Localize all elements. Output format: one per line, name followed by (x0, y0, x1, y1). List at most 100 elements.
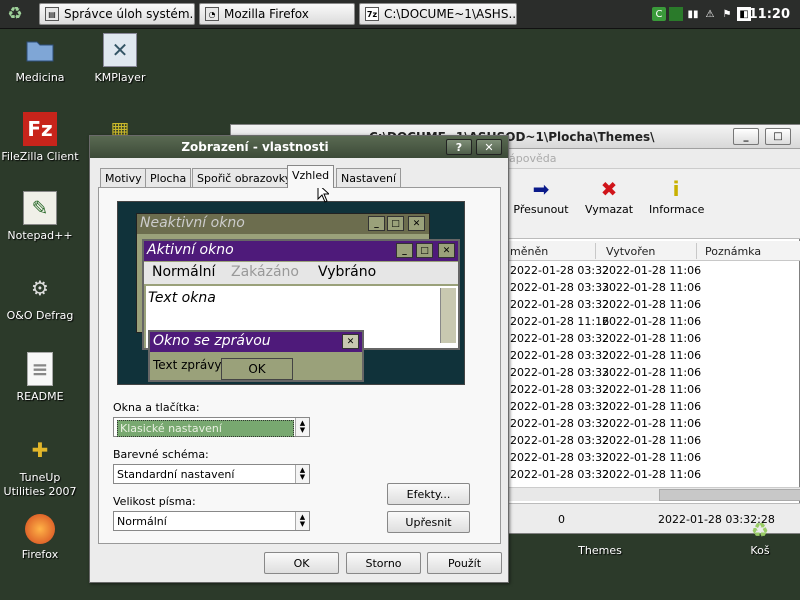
minimize-icon: _ (368, 216, 385, 231)
preview-window-text: Text okna (148, 290, 216, 306)
close-icon: ✕ (408, 216, 425, 231)
flag-icon[interactable]: ⚑ (720, 7, 734, 21)
arrow-right-icon: ➡ (532, 177, 550, 201)
preview-menubar: Normální Zakázáno Vybráno (144, 262, 458, 284)
cell-created: 2022-01-28 11:06 (602, 332, 702, 345)
notepad-icon: ✎ (23, 191, 57, 225)
spin-arrows-icon[interactable]: ▲ ▼ (295, 512, 309, 530)
desktop-icon-themes[interactable]: Themes (560, 520, 640, 558)
preview-menu-selected: Vybráno (318, 264, 377, 280)
move-button[interactable]: ➡ Přesunout (511, 175, 571, 216)
spin-arrows-icon[interactable]: ▲ ▼ (295, 465, 309, 483)
scrollbar-thumb[interactable] (659, 489, 800, 501)
desktop-icon-notepadpp[interactable]: ✎ Notepad++ (0, 191, 80, 243)
text-file-icon: ≡ (27, 352, 53, 386)
defrag-icon: ⚙ (31, 276, 49, 300)
cell-modified: 2022-01-28 03:32 (510, 349, 610, 362)
task-button-7zip[interactable]: 7z C:\DOCUME~1\ASHS... (359, 3, 517, 25)
desktop-icon-filezilla[interactable]: Fz FileZilla Client (0, 112, 80, 164)
preview-message-box: Okno se zprávou ✕ Text zprávy OK (148, 330, 364, 382)
maximize-icon: □ (387, 216, 404, 231)
cell-modified: 2022-01-28 03:32 (510, 451, 610, 464)
taskbar: ♻ ▤ Správce úloh systém... ◔ Mozilla Firef… (0, 0, 800, 29)
cell-modified: 2022-01-28 03:32 (510, 468, 610, 481)
cell-modified: 2022-01-28 03:33 (510, 366, 610, 379)
signal-icon[interactable]: ▮▮ (686, 7, 700, 21)
menu-help[interactable]: ápověda (509, 152, 556, 165)
minimize-button[interactable]: _ (733, 128, 759, 145)
delete-x-icon: ✖ (600, 177, 618, 201)
task-button-task-manager[interactable]: ▤ Správce úloh systém... (39, 3, 195, 25)
close-button[interactable]: ✕ (476, 139, 502, 155)
appearance-preview: Neaktivní okno _ □ ✕ Aktivní okno _ □ ✕ … (117, 201, 465, 385)
desktop-icon-medicina[interactable]: Medicina (0, 33, 80, 85)
column-modified[interactable]: měněn (510, 245, 548, 258)
tab-sporic[interactable]: Spořič obrazovky (192, 168, 297, 187)
recycle-bin-icon: ♻ (751, 518, 769, 542)
preview-menu-normal: Normální (152, 264, 216, 280)
apply-button[interactable]: Použít (427, 552, 502, 574)
column-created[interactable]: Vytvořen (606, 245, 655, 258)
cell-created: 2022-01-28 11:06 (602, 349, 702, 362)
cell-created: 2022-01-28 11:06 (602, 383, 702, 396)
horizontal-scrollbar[interactable] (501, 487, 800, 501)
firefox-icon (25, 514, 55, 544)
cell-modified: 2022-01-28 11:16 (510, 315, 610, 328)
desktop-icon-firefox[interactable]: Firefox (0, 514, 80, 562)
desktop-icon-tuneup[interactable]: ✚ TuneUp Utilities 2007 (0, 433, 80, 499)
filezilla-icon: Fz (23, 112, 57, 146)
dialog-titlebar[interactable]: Zobrazení - vlastnosti ? ✕ (90, 136, 508, 158)
help-button[interactable]: ? (446, 139, 472, 155)
desktop-icon-kmplayer[interactable]: ✕ KMPlayer (80, 33, 160, 85)
windows-buttons-select[interactable]: Klasické nastavení ▲ ▼ (113, 417, 310, 437)
preview-ok-button: OK (221, 358, 293, 380)
maximize-button[interactable]: □ (765, 128, 791, 145)
info-icon: i (672, 177, 680, 201)
network-icon[interactable] (669, 7, 683, 21)
font-size-select[interactable]: Normální ▲ ▼ (113, 511, 310, 531)
spin-arrows-icon[interactable]: ▲ ▼ (295, 418, 309, 436)
cell-created: 2022-01-28 11:06 (602, 434, 702, 447)
cancel-button[interactable]: Storno (346, 552, 421, 574)
cell-modified: 2022-01-28 03:32 (510, 332, 610, 345)
cell-modified: 2022-01-28 03:32 (510, 434, 610, 447)
column-separator[interactable] (696, 243, 697, 259)
cell-created: 2022-01-28 11:06 (602, 315, 702, 328)
cell-created: 2022-01-28 11:06 (602, 451, 702, 464)
color-scheme-select[interactable]: Standardní nastavení ▲ ▼ (113, 464, 310, 484)
tab-nastaveni[interactable]: Nastavení (336, 168, 402, 187)
recycle-leaf-icon: ♻ (7, 4, 23, 24)
green-c-icon[interactable]: C (652, 7, 666, 21)
clock[interactable]: 11:20 (749, 0, 790, 29)
cell-created: 2022-01-28 11:06 (602, 264, 702, 277)
tab-plocha[interactable]: Plocha (145, 168, 192, 187)
taskmanager-icon: ▤ (45, 7, 59, 21)
close-icon: ✕ (438, 243, 455, 258)
desktop-icon-recycle-bin[interactable]: ♻ Koš (720, 518, 800, 558)
color-scheme-label: Barevné schéma: (113, 448, 209, 461)
task-button-firefox[interactable]: ◔ Mozilla Firefox (199, 3, 355, 25)
cell-created: 2022-01-28 11:06 (602, 400, 702, 413)
tab-motivy[interactable]: Motivy (100, 168, 147, 187)
tuneup-icon: ✚ (31, 438, 49, 462)
cell-modified: 2022-01-28 03:33 (510, 281, 610, 294)
advanced-button[interactable]: Upřesnit (387, 511, 470, 533)
info-button[interactable]: i Informace (649, 175, 704, 216)
7zip-icon: 7z (365, 7, 379, 21)
effects-button[interactable]: Efekty... (387, 483, 470, 505)
tab-vzhled[interactable]: Vzhled (287, 165, 335, 188)
column-separator[interactable] (595, 243, 596, 259)
help-icon: ? (455, 140, 463, 154)
windows-buttons-label: Okna a tlačítka: (113, 401, 200, 414)
cell-modified: 2022-01-28 03:32 (510, 417, 610, 430)
usb-icon[interactable]: ⚠ (703, 7, 717, 21)
desktop-icon-readme[interactable]: ≡ README (0, 352, 80, 404)
cell-modified: 2022-01-28 03:32 (510, 383, 610, 396)
column-note[interactable]: Poznámka (705, 245, 761, 258)
cell-modified: 2022-01-28 03:32 (510, 298, 610, 311)
close-icon: ✕ (484, 140, 494, 154)
start-button[interactable]: ♻ (3, 3, 27, 25)
delete-button[interactable]: ✖ Vymazat (583, 175, 635, 216)
desktop-icon-oo-defrag[interactable]: ⚙ O&O Defrag (0, 271, 80, 323)
ok-button[interactable]: OK (264, 552, 339, 574)
